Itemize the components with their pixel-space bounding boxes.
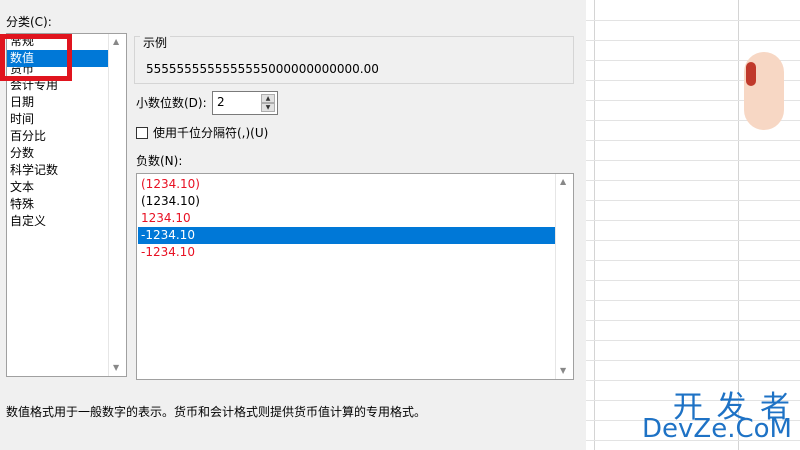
category-item-date[interactable]: 日期 xyxy=(7,94,109,111)
category-item-text[interactable]: 文本 xyxy=(7,179,109,196)
grid-line xyxy=(586,380,800,381)
scroll-down-icon[interactable]: ▼ xyxy=(113,363,119,373)
grid-line xyxy=(586,320,800,321)
thousands-separator-label[interactable]: 使用千位分隔符(,)(U) xyxy=(153,125,268,141)
category-item-scientific[interactable]: 科学记数 xyxy=(7,162,109,179)
decorative-image-accent xyxy=(746,62,756,86)
category-item-special[interactable]: 特殊 xyxy=(7,196,109,213)
highlight-box xyxy=(0,34,72,81)
negative-format-option[interactable]: 1234.10 xyxy=(138,210,555,227)
decimal-places-value[interactable]: 2 xyxy=(217,95,225,109)
grid-line xyxy=(586,220,800,221)
watermark-line2: DevZe.CoM xyxy=(642,414,792,444)
category-label: 分类(C): xyxy=(6,15,52,29)
scroll-up-icon[interactable]: ▲ xyxy=(560,177,566,187)
grid-line xyxy=(586,280,800,281)
grid-line xyxy=(586,160,800,161)
negative-numbers-label: 负数(N): xyxy=(136,154,183,168)
category-item-custom[interactable]: 自定义 xyxy=(7,213,109,230)
grid-line xyxy=(586,200,800,201)
spreadsheet-background: 开 发 者 DevZe.CoM xyxy=(586,0,800,450)
format-cells-dialog: 分类(C): 常规 数值 货币 会计专用 日期 时间 百分比 分数 科学记数 文… xyxy=(0,0,586,450)
category-item-percentage[interactable]: 百分比 xyxy=(7,128,109,145)
scroll-up-icon[interactable]: ▲ xyxy=(113,37,119,47)
grid-line xyxy=(586,240,800,241)
sample-value: 5555555555555555000000000000.00 xyxy=(146,62,379,76)
thousands-separator-checkbox[interactable] xyxy=(136,127,148,139)
negative-format-option[interactable]: -1234.10 xyxy=(138,244,555,261)
negative-list-scrollbar[interactable]: ▲ ▼ xyxy=(555,174,573,379)
category-scrollbar[interactable]: ▲ ▼ xyxy=(108,34,126,376)
decimal-places-label: 小数位数(D): xyxy=(136,96,207,110)
spin-down-icon[interactable]: ▼ xyxy=(261,103,275,112)
negative-format-option[interactable]: (1234.10) xyxy=(138,176,555,193)
grid-line xyxy=(586,140,800,141)
grid-line xyxy=(586,20,800,21)
grid-line xyxy=(586,260,800,261)
category-item-fraction[interactable]: 分数 xyxy=(7,145,109,162)
spin-up-icon[interactable]: ▲ xyxy=(261,94,275,103)
sample-legend: 示例 xyxy=(140,35,171,51)
grid-line xyxy=(586,360,800,361)
negative-format-option[interactable]: (1234.10) xyxy=(138,193,555,210)
format-description: 数值格式用于一般数字的表示。货币和会计格式则提供货币值计算的专用格式。 xyxy=(6,405,427,419)
grid-line xyxy=(586,40,800,41)
grid-line xyxy=(586,180,800,181)
grid-line xyxy=(586,340,800,341)
category-item-time[interactable]: 时间 xyxy=(7,111,109,128)
decimal-places-stepper[interactable]: 2 ▲ ▼ xyxy=(212,91,278,115)
negative-numbers-list[interactable]: (1234.10) (1234.10) 1234.10 -1234.10 -12… xyxy=(136,173,574,380)
negative-format-option-selected[interactable]: -1234.10 xyxy=(138,227,555,244)
grid-line xyxy=(586,300,800,301)
category-list[interactable]: 常规 数值 货币 会计专用 日期 时间 百分比 分数 科学记数 文本 特殊 自定… xyxy=(6,33,127,377)
scroll-down-icon[interactable]: ▼ xyxy=(560,366,566,376)
